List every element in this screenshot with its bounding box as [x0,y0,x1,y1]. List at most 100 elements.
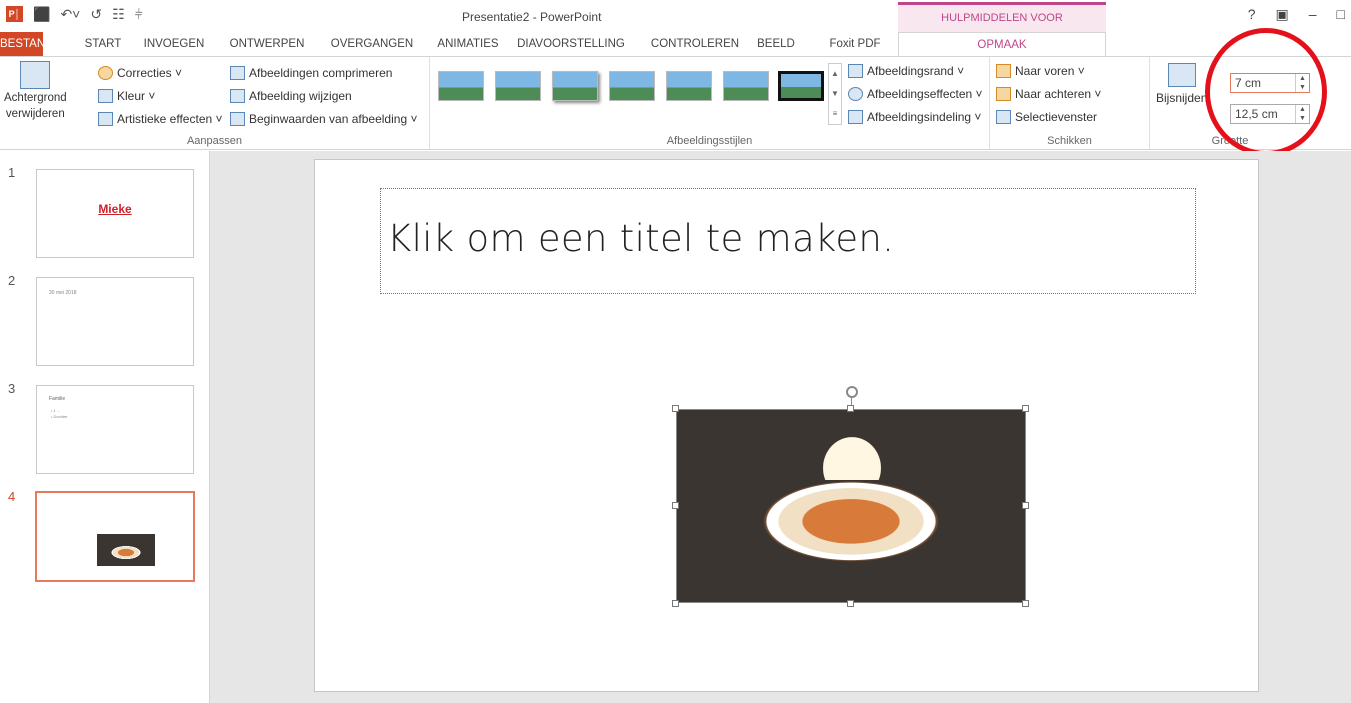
ribbon-display-icon[interactable]: ▣ [1276,6,1289,23]
tab-diavoorstelling[interactable]: DIAVOORSTELLING [508,32,634,56]
height-value: 7 cm [1235,76,1262,90]
compress-label: Afbeeldingen comprimeren [249,66,393,80]
width-value: 12,5 cm [1235,107,1278,121]
remove-background-label-2: verwijderen [5,108,65,120]
artistieke-effecten-button[interactable]: Artistieke effecten ˅ [98,112,223,126]
crop-icon [1167,63,1196,87]
tab-start[interactable]: START [80,32,126,56]
slide-2-date: 30 mei 2018 [49,290,77,296]
title-placeholder[interactable]: Klik om een titel te maken. [380,188,1196,294]
slide-4-picture-thumbnail [97,534,155,566]
resize-handle-right[interactable] [1022,502,1029,509]
slide-thumbnail-1[interactable]: Mieke [36,169,194,258]
correcties-button[interactable]: Correcties ˅ [98,66,182,80]
tab-invoegen[interactable]: INVOEGEN [140,32,208,56]
tab-foxit-pdf[interactable]: Foxit PDF [822,32,888,56]
gallery-scroll[interactable]: ▲ ▼ ≡ [828,63,842,125]
sun-icon [98,66,113,80]
selection-pane-button[interactable]: Selectievenster [996,110,1097,124]
slide-3-bullet-2: • Dochter [51,414,68,419]
remove-background-button[interactable]: Achtergrond verwijderen [4,61,67,121]
slide-thumbnail-2[interactable]: 30 mei 2018 [36,277,194,366]
reset-picture-button[interactable]: Beginwaarden van afbeelding ˅ [230,112,417,126]
current-slide: Klik om een titel te maken. [314,159,1259,692]
reset-picture-icon [230,112,245,126]
redo-icon[interactable]: ↺ [90,6,102,22]
group-afbeeldingsstijlen: ▲ ▼ ≡ Afbeeldingsrand ˅ Afbeeldingseffecte… [430,57,990,149]
slide-number-4: 4 [8,489,16,504]
customize-qat-icon[interactable]: ⫩ [135,6,143,22]
change-picture-button[interactable]: Afbeelding wijzigen [230,89,352,103]
maximize-button[interactable]: □ [1337,6,1345,23]
slide-thumbnail-3[interactable]: Familie • 1 ... • Dochter [36,385,194,474]
group-label-afbeeldingsstijlen: Afbeeldingsstijlen [666,135,753,147]
ribbon: Achtergrond verwijderen Correcties ˅ Kle… [0,56,1351,150]
picture-effects-button[interactable]: Afbeeldingseffecten ˅ [848,87,983,101]
group-grootte: Bijsnijden 7 cm ▲ ▼ 12,5 cm ▲ ▼ Grootte [1150,57,1310,149]
height-input[interactable]: 7 cm ▲ ▼ [1230,73,1310,93]
slide-3-title: Familie [49,396,66,402]
height-spinner[interactable]: ▲ ▼ [1295,74,1309,92]
tab-controleren[interactable]: CONTROLEREN [650,32,740,56]
powerpoint-app-icon: P│ [6,6,23,22]
tab-bestand[interactable]: BESTAND [0,32,53,56]
resize-handle-top[interactable] [847,405,854,412]
picture-style-2[interactable] [495,71,541,101]
compress-pictures-button[interactable]: Afbeeldingen comprimeren [230,66,392,80]
change-picture-icon [230,89,245,103]
tab-overgangen[interactable]: OVERGANGEN [326,32,418,56]
color-icon [98,89,113,103]
resize-handle-top-right[interactable] [1022,405,1029,412]
selection-pane-icon [996,110,1011,124]
resize-handle-bottom-right[interactable] [1022,600,1029,607]
change-picture-label: Afbeelding wijzigen [249,89,352,103]
picture-cheese-detail [807,420,897,480]
picture-style-3[interactable] [552,71,598,101]
help-icon[interactable]: ? [1248,6,1256,23]
slide-thumbnail-4[interactable] [35,491,195,582]
group-aanpassen: Achtergrond verwijderen Correcties ˅ Kle… [0,57,430,149]
send-backward-label: Naar achteren ˅ [1015,87,1102,101]
crop-button[interactable]: Bijsnijden [1156,63,1207,105]
quick-access-toolbar: P│ ⬛ ↶˅ ↺ ☷ ⫩ [6,6,143,22]
send-backward-button[interactable]: Naar achteren ˅ [996,87,1101,101]
tab-animaties[interactable]: ANIMATIES [432,32,504,56]
ribbon-tabs: BESTAND START INVOEGEN ONTWERPEN OVERGAN… [0,32,1351,57]
tab-ontwerpen[interactable]: ONTWERPEN [224,32,310,56]
remove-background-label-1: Achtergrond [4,92,67,104]
spaghetti-picture[interactable] [676,409,1026,603]
bring-forward-icon [996,64,1011,78]
minimize-button[interactable]: – [1309,6,1317,23]
picture-style-5[interactable] [666,71,712,101]
slide-thumbnail-pane: 1 Mieke 2 30 mei 2018 3 Familie • 1 ... … [0,151,210,703]
touch-mode-icon[interactable]: ☷ [112,6,125,22]
rotate-handle-icon[interactable] [846,386,858,398]
kleur-label: Kleur ˅ [117,89,156,103]
save-icon[interactable]: ⬛ [33,6,50,22]
bring-forward-button[interactable]: Naar voren ˅ [996,64,1085,78]
picture-style-1[interactable] [438,71,484,101]
group-label-grootte: Grootte [1211,135,1249,147]
picture-style-6[interactable] [723,71,769,101]
undo-icon[interactable]: ↶˅ [60,6,80,22]
window-title: Presentatie2 - PowerPoint [462,10,602,24]
resize-handle-bottom[interactable] [847,600,854,607]
resize-handle-top-left[interactable] [672,405,679,412]
picture-layout-icon [848,110,863,124]
kleur-button[interactable]: Kleur ˅ [98,89,155,103]
picture-border-button[interactable]: Afbeeldingsrand ˅ [848,64,964,78]
tab-beeld[interactable]: BEELD [752,32,800,56]
picture-layout-button[interactable]: Afbeeldingsindeling ˅ [848,110,981,124]
selection-pane-label: Selectievenster [1015,110,1098,124]
resize-handle-bottom-left[interactable] [672,600,679,607]
picture-style-4[interactable] [609,71,655,101]
width-input[interactable]: 12,5 cm ▲ ▼ [1230,104,1310,124]
artistieke-label: Artistieke effecten ˅ [117,112,223,126]
slide-number-1: 1 [8,165,16,180]
picture-style-7[interactable] [778,71,824,101]
resize-handle-left[interactable] [672,502,679,509]
tab-opmaak[interactable]: OPMAAK [898,32,1106,57]
width-spinner[interactable]: ▲ ▼ [1295,105,1309,123]
compress-icon [230,66,245,80]
artistic-effects-icon [98,112,113,126]
